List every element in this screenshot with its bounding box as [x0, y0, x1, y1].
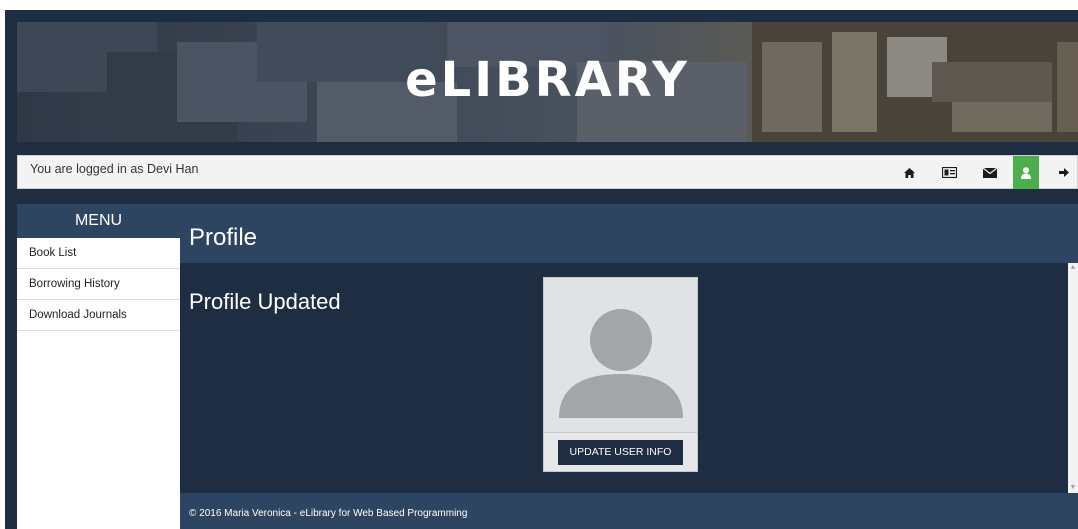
site-title: eLIBRARY	[405, 52, 690, 108]
scroll-down-icon[interactable]: ▼	[1068, 483, 1078, 493]
avatar	[544, 278, 697, 433]
login-status-text: You are logged in as Devi Han	[30, 162, 199, 176]
user-status-bar: You are logged in as Devi Han	[17, 155, 1078, 189]
avatar-placeholder-icon	[559, 309, 683, 418]
footer-copyright: © 2016 Maria Veronica - eLibrary for Web…	[189, 508, 468, 519]
scroll-up-icon[interactable]: ▲	[1068, 263, 1078, 273]
status-message: Profile Updated	[189, 289, 341, 314]
scrollbar[interactable]: ▲ ▼	[1068, 263, 1078, 493]
sidebar-item-download-journals[interactable]: Download Journals	[17, 300, 180, 331]
footer: © 2016 Maria Veronica - eLibrary for Web…	[180, 493, 1078, 529]
page-header: Profile	[180, 204, 1078, 263]
banner: eLIBRARY	[17, 22, 1078, 142]
profile-card: UPDATE USER INFO	[543, 277, 698, 472]
id-card-icon[interactable]	[936, 156, 962, 189]
sign-out-icon[interactable]	[1051, 156, 1077, 189]
sidebar-item-borrowing-history[interactable]: Borrowing History	[17, 269, 180, 300]
app-frame: eLIBRARY You are logged in as Devi Han M…	[5, 10, 1078, 529]
home-icon[interactable]	[896, 156, 922, 189]
update-user-info-button[interactable]: UPDATE USER INFO	[558, 440, 683, 465]
sidebar-item-book-list[interactable]: Book List	[17, 238, 180, 269]
menu-header: MENU	[17, 204, 180, 238]
page-title: Profile	[189, 224, 258, 251]
main-content: Profile Updated UPDATE USER INFO ▲ ▼	[180, 263, 1078, 493]
user-icon[interactable]	[1013, 156, 1039, 189]
sidebar: MENU Book List Borrowing History Downloa…	[17, 204, 180, 529]
envelope-icon[interactable]	[977, 156, 1003, 189]
